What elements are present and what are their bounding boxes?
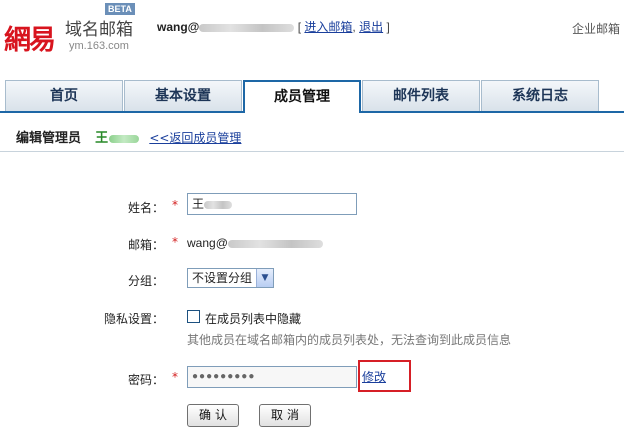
enterprise-mail-link[interactable]: 企业邮箱 — [572, 20, 620, 37]
section-divider — [0, 151, 624, 152]
name-value: 王 — [192, 197, 205, 211]
logout-link[interactable]: 退出 — [359, 20, 383, 34]
netease-logo[interactable]: 網易 域名邮箱 BETA ym.163.com — [2, 3, 152, 66]
tab-mail-list[interactable]: 邮件列表 — [362, 80, 480, 111]
tab-home[interactable]: 首页 — [5, 80, 123, 111]
product-name: 域名邮箱 — [65, 20, 133, 40]
modify-password-link[interactable]: 修改 — [362, 368, 386, 385]
bracket-open: [ — [297, 20, 302, 34]
user-bar: wang@ [ 进入邮箱, 退出 ] — [157, 18, 390, 35]
name-input[interactable]: 王 — [187, 193, 357, 215]
required-mark: * — [172, 235, 178, 249]
confirm-button[interactable]: 确认 — [187, 404, 239, 427]
hide-in-list-checkbox[interactable] — [187, 310, 200, 323]
redacted-admin-name — [109, 134, 140, 143]
tab-basic-settings[interactable]: 基本设置 — [124, 80, 242, 111]
email-prefix: wang@ — [187, 236, 228, 250]
tab-system-log[interactable]: 系统日志 — [481, 80, 599, 111]
main-tabs: 首页 基本设置 成员管理 邮件列表 系统日志 — [5, 80, 600, 113]
group-selected-value: 不设置分组 — [192, 271, 253, 285]
email-value: wang@ — [187, 236, 323, 250]
password-input[interactable]: ●●●●●●●●● — [187, 366, 357, 388]
redacted-email-domain — [227, 239, 323, 248]
bracket-close: ] — [386, 20, 390, 34]
group-select[interactable]: 不设置分组 ▼ — [187, 268, 274, 288]
hide-in-list-option[interactable]: 在成员列表中隐藏 — [205, 310, 301, 327]
tab-member-management[interactable]: 成员管理 — [243, 80, 361, 113]
logo-glyph: 網易 — [4, 25, 56, 56]
logo-domain: ym.163.com — [69, 40, 129, 52]
enter-mailbox-link[interactable]: 进入邮箱 — [304, 20, 352, 34]
user-email: wang@ — [157, 20, 200, 34]
chevron-down-icon[interactable]: ▼ — [256, 269, 273, 287]
name-label: 姓名： — [127, 201, 164, 215]
privacy-hint: 其他成员在域名邮箱内的成员列表处，无法查询到此成员信息 — [187, 333, 512, 347]
redacted-name — [204, 200, 233, 209]
admin-name: 王 — [95, 131, 109, 146]
redacted-email — [199, 23, 295, 32]
email-label: 邮箱： — [127, 238, 164, 252]
back-to-members-link[interactable]: <<返回成员管理 — [149, 131, 241, 145]
password-label: 密码： — [127, 373, 164, 387]
cancel-button[interactable]: 取消 — [259, 404, 311, 427]
required-mark: * — [172, 370, 178, 384]
required-mark: * — [172, 198, 178, 212]
beta-badge: BETA — [105, 3, 135, 15]
section-header: 编辑管理员 王 <<返回成员管理 — [16, 127, 241, 146]
separator: , — [352, 20, 356, 34]
privacy-label: 隐私设置： — [104, 312, 165, 326]
group-label: 分组： — [127, 274, 164, 288]
page-title: 编辑管理员 — [16, 131, 82, 146]
